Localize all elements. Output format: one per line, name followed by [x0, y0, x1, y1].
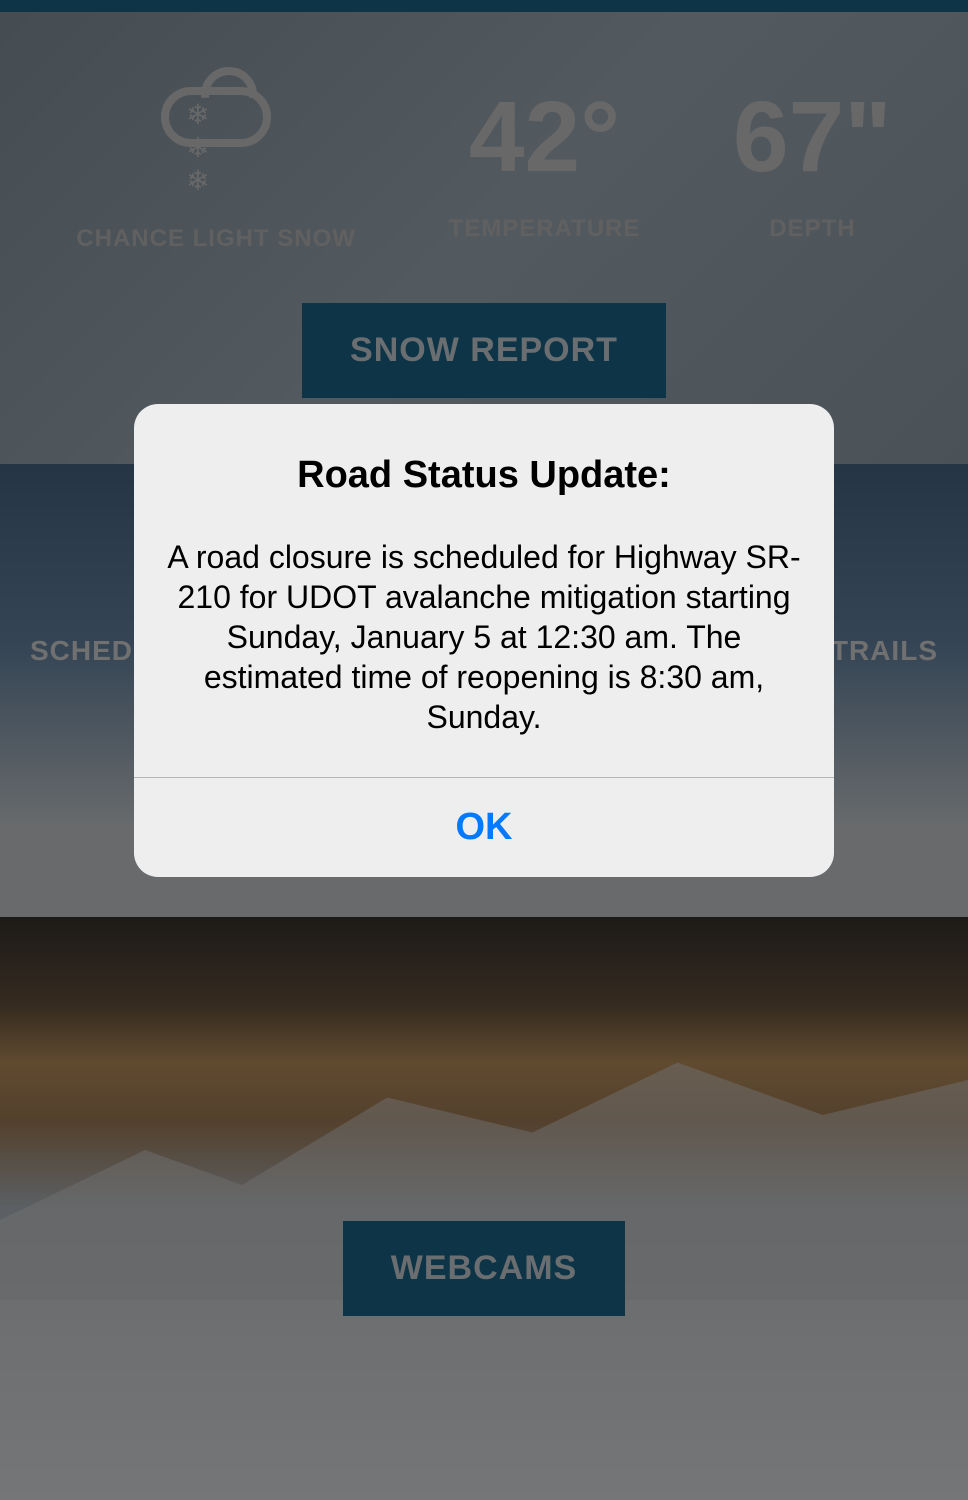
alert-dialog: Road Status Update: A road closure is sc… [134, 404, 834, 877]
dialog-title: Road Status Update: [162, 454, 806, 497]
dialog-content: Road Status Update: A road closure is sc… [134, 404, 834, 777]
dialog-body: A road closure is scheduled for Highway … [162, 537, 806, 737]
dialog-ok-button[interactable]: OK [134, 778, 834, 877]
